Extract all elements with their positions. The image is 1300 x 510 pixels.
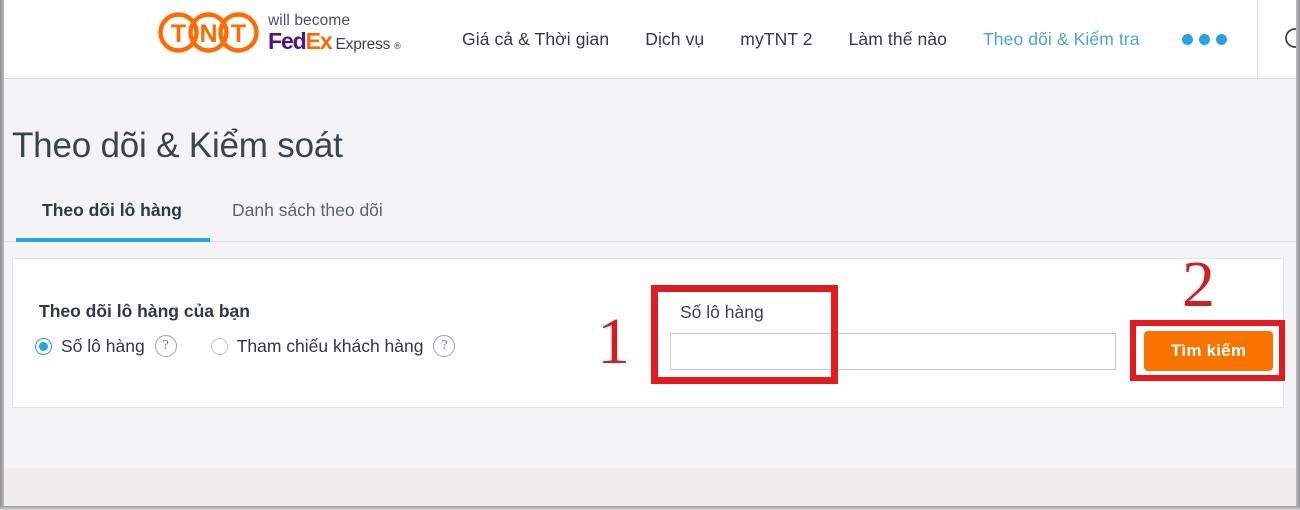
form-heading: Theo dõi lô hàng của bạn	[39, 301, 250, 321]
browser-left-edge	[0, 0, 4, 510]
nav-item-how-to[interactable]: Làm thế nào	[831, 29, 965, 50]
radio-dot-icon	[35, 337, 52, 355]
radio-label-shipment-number: Số lô hàng	[61, 335, 145, 356]
radio-dot-icon	[210, 337, 228, 355]
annotation-number-step-1: 1	[597, 305, 630, 378]
help-icon-customer-reference[interactable]: ?	[433, 335, 456, 357]
svg-text:N: N	[199, 20, 217, 48]
nav-item-pricing-time[interactable]: Giá cả & Thời gian	[444, 29, 627, 50]
radio-option-customer-reference[interactable]: Tham chiếu khách hàng	[210, 335, 424, 357]
will-become-text: will become	[268, 12, 351, 30]
nav-item-track-trace[interactable]: Theo dõi & Kiểm tra	[965, 29, 1158, 50]
tab-watchlist[interactable]: Danh sách theo dõi	[232, 200, 383, 235]
tracking-form-card: Theo dõi lô hàng của bạn Số lô hàng ? Th…	[12, 258, 1284, 408]
svg-text:T: T	[231, 20, 246, 48]
fedex-wordmark: FedEx	[268, 27, 333, 54]
dot-icon	[1215, 34, 1227, 45]
tnt-logo-icon: T N T	[158, 12, 259, 53]
fedex-fed-text: Fed	[268, 27, 307, 54]
nav-more-menu-button[interactable]	[1158, 34, 1251, 45]
nav-item-services[interactable]: Dịch vụ	[627, 29, 722, 50]
active-tab-indicator	[16, 238, 210, 242]
site-header: T N T will become FedEx Express ® Giá cả…	[4, 0, 1300, 79]
header-divider	[1257, 0, 1258, 79]
browser-bottom-edge	[0, 506, 1300, 510]
fedex-lockup: FedEx Express ®	[268, 27, 401, 54]
svg-text:T: T	[171, 20, 186, 48]
annotation-number-step-2: 2	[1182, 248, 1215, 321]
nav-item-mytnt2[interactable]: myTNT 2	[722, 29, 830, 50]
brand-tagline-block: will become FedEx Express ®	[268, 12, 401, 53]
dot-icon	[1198, 34, 1210, 45]
page-title: Theo dõi & Kiểm soát	[12, 126, 343, 165]
tracking-number-input[interactable]	[670, 333, 1116, 370]
page-footer-band	[4, 468, 1296, 506]
fedex-express-text: Express	[335, 35, 391, 53]
tracking-type-radio-group: Số lô hàng ? Tham chiếu khách hàng ?	[35, 335, 456, 357]
registered-mark-icon: ®	[394, 40, 401, 51]
tab-bar: Theo dõi lô hàng Danh sách theo dõi	[4, 200, 1296, 242]
dot-icon	[1181, 34, 1193, 45]
search-button[interactable]: Tìm kiếm	[1144, 331, 1273, 371]
brand-logo[interactable]: T N T will become FedEx Express ®	[158, 12, 401, 53]
help-icon-shipment-number[interactable]: ?	[154, 335, 177, 357]
fedex-ex-text: Ex	[305, 27, 333, 54]
radio-option-shipment-number[interactable]: Số lô hàng	[35, 336, 145, 357]
radio-label-customer-reference: Tham chiếu khách hàng	[236, 335, 424, 356]
tracking-number-label: Số lô hàng	[680, 302, 764, 322]
browser-right-edge	[1296, 0, 1300, 510]
main-navigation: Giá cả & Thời gian Dịch vụ myTNT 2 Làm t…	[444, 0, 1251, 79]
tab-track-shipment[interactable]: Theo dõi lô hàng	[42, 200, 182, 235]
